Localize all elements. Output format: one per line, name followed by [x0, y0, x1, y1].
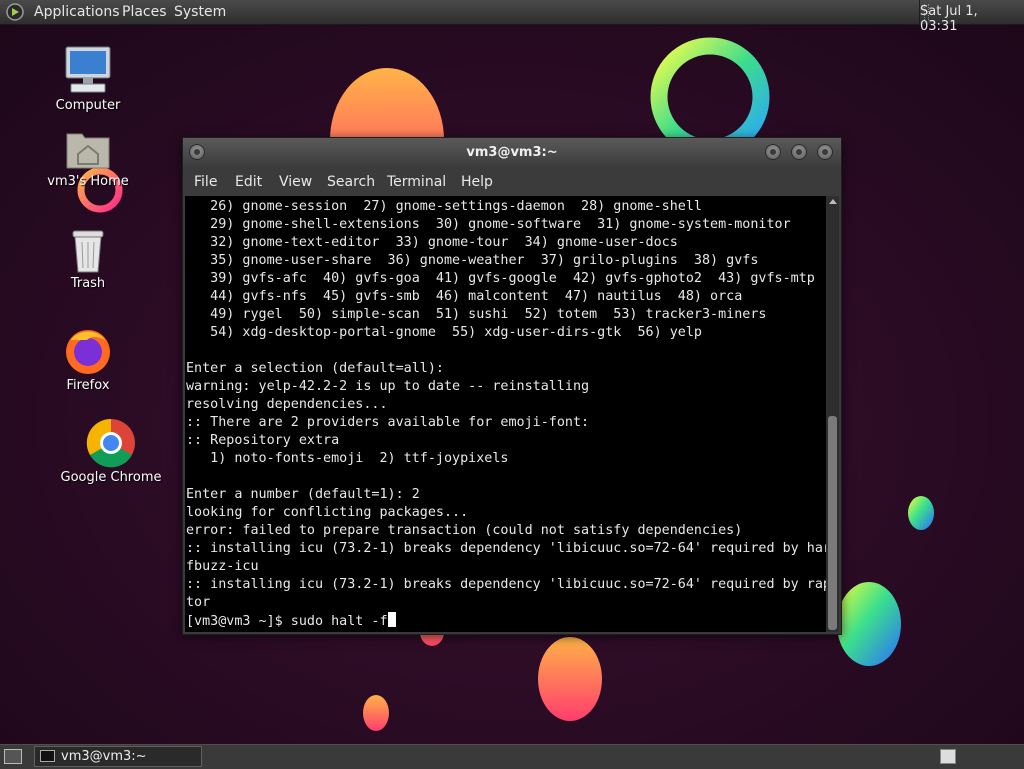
terminal-window[interactable]: vm3@vm3:~ File Edit View Search Terminal… [182, 137, 842, 635]
close-button[interactable] [817, 144, 833, 160]
desktop-icon-home[interactable]: vm3's Home [33, 126, 143, 189]
desktop-icon-label: Firefox [66, 378, 110, 393]
terminal-menubar: File Edit View Search Terminal Help [183, 168, 841, 196]
workspace-switcher[interactable] [940, 749, 956, 764]
terminal-line: :: installing icu (73.2-1) breaks depend… [186, 577, 826, 592]
terminal-line: 49) rygel 50) simple-scan 51) sushi 52) … [186, 307, 767, 322]
desktop-icon-chrome[interactable]: Google Chrome [56, 418, 166, 485]
terminal-line: Enter a number (default=1): 2 [186, 487, 420, 502]
scrollbar-thumb[interactable] [828, 416, 837, 630]
terminal-line: 29) gnome-shell-extensions 30) gnome-sof… [186, 217, 791, 232]
terminal-line: looking for conflicting packages... [186, 505, 469, 520]
scroll-up-arrow-icon[interactable] [829, 199, 837, 204]
terminal-prompt: [vm3@vm3 ~]$ sudo halt -f [186, 614, 388, 629]
terminal-prompt-line: [vm3@vm3 ~]$ sudo halt -f [186, 612, 826, 631]
terminal-line: Enter a selection (default=all): [186, 361, 444, 376]
terminal-line: 26) gnome-session 27) gnome-settings-dae… [186, 199, 702, 214]
home-folder-icon [66, 133, 110, 169]
menu-terminal[interactable]: Terminal [387, 174, 446, 190]
clock[interactable]: Sat Jul 1, 03:31 [920, 4, 1018, 34]
terminal-line: 54) xdg-desktop-portal-gnome 55) xdg-use… [186, 325, 702, 340]
desktop-icon-computer[interactable]: Computer [33, 44, 143, 113]
desktop-icon-label: vm3's Home [47, 174, 129, 189]
taskbar-item-terminal[interactable]: vm3@vm3:~ [34, 746, 202, 767]
terminal-line: :: There are 2 providers available for e… [186, 415, 590, 430]
menu-search[interactable]: Search [327, 174, 375, 190]
desktop-icon-label: Trash [70, 276, 106, 291]
terminal-line: 39) gvfs-afc 40) gvfs-goa 41) gvfs-googl… [186, 271, 815, 286]
menu-help[interactable]: Help [461, 174, 493, 190]
terminal-icon [40, 750, 55, 762]
desktop-icon-trash[interactable]: Trash [33, 228, 143, 291]
menu-file[interactable]: File [194, 174, 217, 190]
window-title: vm3@vm3:~ [466, 145, 558, 160]
computer-icon [65, 46, 111, 93]
terminal-line: 32) gnome-text-editor 33) gnome-tour 34)… [186, 235, 678, 250]
minimize-button[interactable] [765, 144, 781, 160]
system-menu[interactable]: System [174, 4, 226, 20]
show-desktop-icon[interactable] [4, 749, 22, 764]
terminal-line: 35) gnome-user-share 36) gnome-weather 3… [186, 253, 759, 268]
desktop-icon-firefox[interactable]: Firefox [33, 326, 143, 393]
trash-icon [72, 230, 104, 273]
menu-edit[interactable]: Edit [235, 174, 262, 190]
terminal-line: warning: yelp-42.2-2 is up to date -- re… [186, 379, 590, 394]
taskbar-item-label: vm3@vm3:~ [61, 749, 147, 764]
terminal-output[interactable]: 26) gnome-session 27) gnome-settings-dae… [185, 196, 826, 632]
terminal-line: error: failed to prepare transaction (co… [186, 523, 743, 538]
terminal-line: :: Repository extra [186, 433, 340, 448]
terminal-line: 1) noto-fonts-emoji 2) ttf-joypixels [186, 451, 509, 466]
terminal-line: tor [186, 595, 211, 610]
firefox-icon [66, 330, 110, 374]
terminal-line: 44) gvfs-nfs 45) gvfs-smb 46) malcontent… [186, 289, 743, 304]
terminal-text: 26) gnome-session 27) gnome-settings-dae… [185, 196, 826, 631]
distro-logo-icon[interactable] [6, 3, 24, 21]
maximize-button[interactable] [791, 144, 807, 160]
terminal-line: fbuzz-icu [186, 559, 259, 574]
terminal-line: resolving dependencies... [186, 397, 388, 412]
places-menu[interactable]: Places [122, 4, 167, 20]
terminal-line: :: installing icu (73.2-1) breaks depend… [186, 541, 826, 556]
chrome-icon [86, 418, 135, 468]
menu-view[interactable]: View [279, 174, 312, 190]
desktop-icon-label: Google Chrome [60, 470, 162, 485]
text-cursor [387, 612, 396, 627]
applications-menu[interactable]: Applications [34, 4, 120, 20]
clock-applet[interactable]: Sat Jul 1, 03:31 [919, 0, 1024, 34]
terminal-scrollbar[interactable] [826, 196, 839, 632]
window-titlebar[interactable]: vm3@vm3:~ [183, 138, 841, 168]
desktop-icon-label: Computer [55, 98, 121, 113]
top-panel: Applications Places System Sat Jul 1, 03… [0, 0, 1024, 34]
bottom-panel: vm3@vm3:~ [0, 744, 1024, 769]
